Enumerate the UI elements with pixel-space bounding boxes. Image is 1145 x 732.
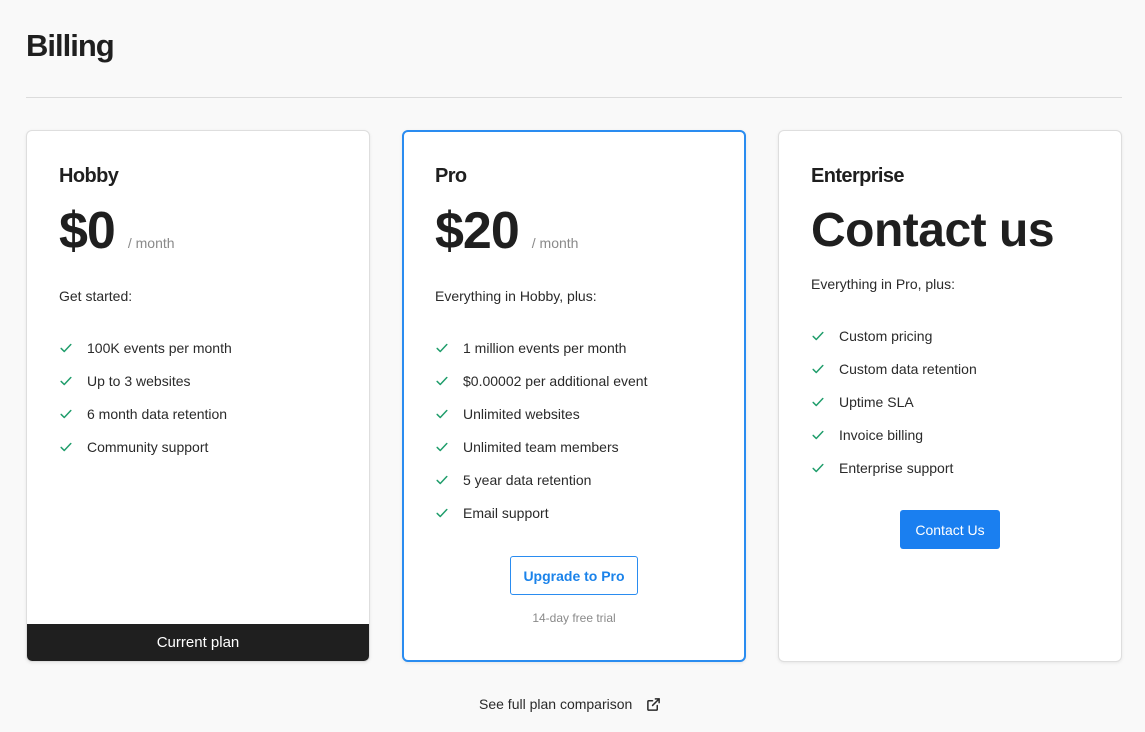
upgrade-to-pro-button[interactable]: Upgrade to Pro (510, 556, 638, 595)
feature-text: Custom pricing (839, 327, 933, 344)
contact-us-button[interactable]: Contact Us (900, 510, 1000, 549)
feature-item: Uptime SLA (811, 385, 977, 418)
check-icon (60, 376, 72, 385)
check-icon (812, 397, 824, 406)
feature-text: 100K events per month (87, 339, 232, 356)
check-icon (60, 409, 72, 418)
check-icon (436, 409, 448, 418)
price-period: / month (127, 235, 175, 251)
price-row: $20 / month (435, 201, 578, 261)
plan-name: Pro (435, 165, 467, 187)
feature-text: Unlimited team members (463, 438, 619, 455)
feature-text: 1 million events per month (463, 339, 627, 356)
check-icon (812, 364, 824, 373)
plan-price: $0 (59, 202, 116, 260)
check-icon (436, 475, 448, 484)
plan-price: Contact us (811, 204, 1055, 257)
feature-item: 5 year data retention (435, 463, 647, 496)
feature-text: Unlimited websites (463, 405, 580, 422)
plan-card-enterprise: Enterprise Contact us Everything in Pro,… (778, 130, 1122, 662)
plan-intro: Everything in Pro, plus: (811, 276, 955, 292)
page-title: Billing (26, 28, 115, 63)
feature-text: Custom data retention (839, 360, 977, 377)
check-icon (436, 376, 448, 385)
feature-text: 5 year data retention (463, 471, 592, 488)
check-icon (60, 343, 72, 352)
check-icon (812, 430, 824, 439)
plan-price: $20 (435, 202, 520, 260)
feature-item: 6 month data retention (59, 397, 232, 430)
current-plan-button[interactable]: Current plan (27, 624, 369, 661)
billing-page: Billing Hobby $0 / month Get started: 10… (0, 0, 1145, 732)
trial-note: 14-day free trial (532, 611, 616, 625)
plan-card-pro: Pro $20 / month Everything in Hobby, plu… (402, 130, 746, 662)
feature-item: Email support (435, 496, 647, 529)
plan-comparison-label: See full plan comparison (479, 696, 633, 712)
feature-item: Invoice billing (811, 418, 977, 451)
check-icon (436, 343, 448, 352)
plan-intro: Everything in Hobby, plus: (435, 288, 597, 304)
feature-item: Custom pricing (811, 319, 977, 352)
feature-text: 6 month data retention (87, 405, 228, 422)
feature-list: 100K events per month Up to 3 websites 6 m… (59, 331, 232, 463)
feature-item: Unlimited team members (435, 430, 647, 463)
feature-text: Email support (463, 504, 549, 521)
feature-item: 100K events per month (59, 331, 232, 364)
feature-list: 1 million events per month $0.00002 per a… (435, 331, 647, 529)
plan-name: Enterprise (811, 165, 905, 187)
feature-text: Community support (87, 438, 209, 455)
check-icon (60, 442, 72, 451)
price-period: / month (531, 235, 579, 251)
feature-text: Uptime SLA (839, 393, 914, 410)
check-icon (436, 442, 448, 451)
feature-item: Up to 3 websites (59, 364, 232, 397)
check-icon (812, 463, 824, 472)
feature-list: Custom pricing Custom data retention Uptim… (811, 319, 977, 484)
check-icon (812, 331, 824, 340)
feature-item: 1 million events per month (435, 331, 647, 364)
feature-item: Unlimited websites (435, 397, 647, 430)
plan-card-hobby: Hobby $0 / month Get started: 100K event… (26, 130, 370, 662)
feature-text: Up to 3 websites (87, 372, 191, 389)
external-link-icon (647, 697, 661, 711)
plan-name: Hobby (59, 165, 119, 187)
feature-text: Enterprise support (839, 459, 954, 476)
feature-text: Invoice billing (839, 426, 924, 443)
check-icon (436, 508, 448, 517)
plan-intro: Get started: (59, 288, 133, 304)
feature-item: $0.00002 per additional event (435, 364, 647, 397)
feature-item: Custom data retention (811, 352, 977, 385)
feature-item: Community support (59, 430, 232, 463)
price-row: $0 / month (59, 201, 175, 261)
plan-comparison-link[interactable]: See full plan comparison (479, 696, 661, 712)
header-divider (26, 97, 1122, 98)
feature-item: Enterprise support (811, 451, 977, 484)
feature-text: $0.00002 per additional event (463, 372, 648, 389)
